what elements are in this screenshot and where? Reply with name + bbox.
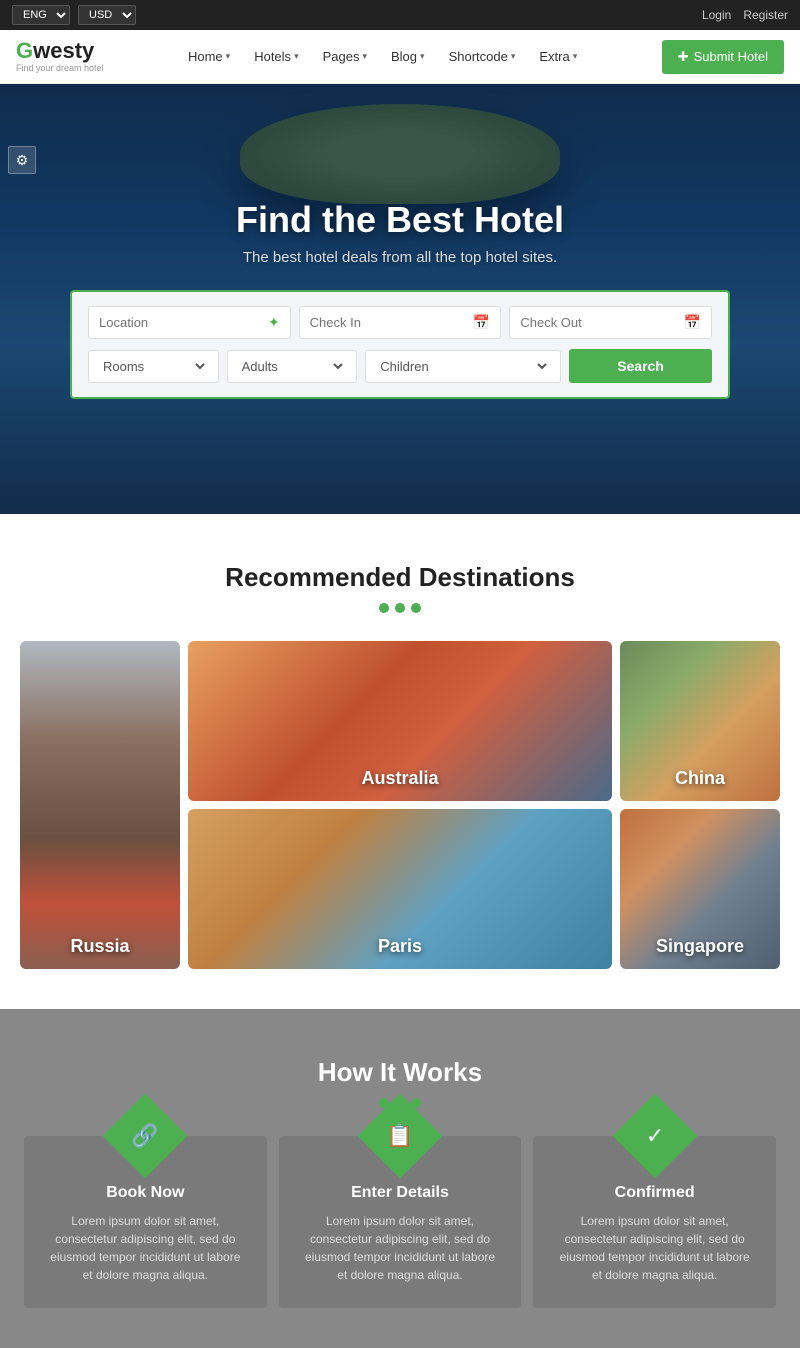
china-label: China xyxy=(675,768,725,789)
destinations-grid: Australia Russia China Paris Singapore xyxy=(20,641,780,969)
hero-subtitle: The best hotel deals from all the top ho… xyxy=(243,249,557,266)
chevron-down-icon: ▾ xyxy=(294,51,299,62)
rooms-select[interactable]: Rooms123 xyxy=(99,358,208,375)
children-select-wrap[interactable]: Children012 xyxy=(365,350,561,383)
checkout-input[interactable] xyxy=(520,315,679,330)
location-input-wrap[interactable]: ✦ xyxy=(88,306,291,339)
dot-3 xyxy=(411,603,421,613)
link-icon: 🔗 xyxy=(132,1123,159,1149)
how-step-1: 🔗 Book Now Lorem ipsum dolor sit amet, c… xyxy=(24,1136,267,1308)
logo[interactable]: Gwesty Find your dream hotel xyxy=(16,39,104,73)
clipboard-icon: 📋 xyxy=(386,1123,413,1149)
search-box: ✦ 📅 📅 Rooms123 xyxy=(70,290,730,399)
nav-shortcode[interactable]: Shortcode ▾ xyxy=(439,41,526,72)
singapore-label: Singapore xyxy=(656,936,744,957)
top-bar-right: Login Register xyxy=(702,8,788,22)
checkin-input-wrap[interactable]: 📅 xyxy=(299,306,502,339)
login-link[interactable]: Login xyxy=(702,8,731,22)
logo-tagline: Find your dream hotel xyxy=(16,64,104,74)
how-step-3: ✓ Confirmed Lorem ipsum dolor sit amet, … xyxy=(533,1136,776,1308)
nav-blog[interactable]: Blog ▾ xyxy=(381,41,435,72)
calendar-icon: 📅 xyxy=(473,314,490,331)
hero-content: Find the Best Hotel The best hotel deals… xyxy=(0,84,800,514)
russia-bg xyxy=(20,641,180,969)
language-select[interactable]: ENGFRES xyxy=(12,5,70,25)
top-bar-left: ENGFRES USDEURGBP xyxy=(12,5,136,25)
nav-links: Home ▾ Hotels ▾ Pages ▾ Blog ▾ Shortcode… xyxy=(178,41,587,72)
nav-hotels[interactable]: Hotels ▾ xyxy=(244,41,308,72)
currency-select[interactable]: USDEURGBP xyxy=(78,5,136,25)
dot-1 xyxy=(379,603,389,613)
register-link[interactable]: Register xyxy=(743,8,788,22)
chevron-down-icon: ▾ xyxy=(226,51,231,62)
navbar: Gwesty Find your dream hotel Home ▾ Hote… xyxy=(0,30,800,84)
search-row-1: ✦ 📅 📅 xyxy=(88,306,712,339)
destination-paris[interactable]: Paris xyxy=(188,809,612,969)
paris-label: Paris xyxy=(378,936,422,957)
search-button[interactable]: Search xyxy=(569,349,712,383)
top-bar: ENGFRES USDEURGBP Login Register xyxy=(0,0,800,30)
step3-text: Lorem ipsum dolor sit amet, consectetur … xyxy=(553,1212,756,1284)
rooms-select-wrap[interactable]: Rooms123 xyxy=(88,350,219,383)
chevron-down-icon: ▾ xyxy=(573,51,578,62)
chevron-down-icon: ▾ xyxy=(420,51,425,62)
plus-icon: ✚ xyxy=(678,49,689,65)
location-icon: ✦ xyxy=(268,314,280,331)
australia-label: Australia xyxy=(361,768,438,789)
russia-label: Russia xyxy=(70,936,129,957)
how-title: How It Works xyxy=(24,1057,776,1088)
logo-name: Gwesty xyxy=(16,39,104,63)
location-input[interactable] xyxy=(99,315,264,330)
section-dots xyxy=(16,603,784,613)
step2-text: Lorem ipsum dolor sit amet, consectetur … xyxy=(299,1212,502,1284)
submit-hotel-button[interactable]: ✚ Submit Hotel xyxy=(662,40,784,74)
destinations-section: Recommended Destinations Australia Russi… xyxy=(0,514,800,1009)
nav-extra[interactable]: Extra ▾ xyxy=(529,41,587,72)
step1-text: Lorem ipsum dolor sit amet, consectetur … xyxy=(44,1212,247,1284)
hero-section: ⚙ Find the Best Hotel The best hotel dea… xyxy=(0,84,800,514)
destination-singapore[interactable]: Singapore xyxy=(620,809,780,969)
destination-china[interactable]: China xyxy=(620,641,780,801)
dot-2 xyxy=(395,603,405,613)
step1-title: Book Now xyxy=(106,1184,184,1202)
destination-australia[interactable]: Australia xyxy=(188,641,612,801)
checkin-input[interactable] xyxy=(310,315,469,330)
adults-select[interactable]: Adults123 xyxy=(238,358,347,375)
step3-title: Confirmed xyxy=(615,1184,695,1202)
hero-title: Find the Best Hotel xyxy=(236,199,564,241)
how-it-works-section: How It Works 🔗 Book Now Lorem ipsum dolo… xyxy=(0,1009,800,1348)
checkout-input-wrap[interactable]: 📅 xyxy=(509,306,712,339)
destinations-title: Recommended Destinations xyxy=(16,562,784,593)
checkmark-icon: ✓ xyxy=(645,1123,663,1149)
nav-pages[interactable]: Pages ▾ xyxy=(313,41,377,72)
nav-home[interactable]: Home ▾ xyxy=(178,41,240,72)
search-row-2: Rooms123 Adults123 Children012 Search xyxy=(88,349,712,383)
how-step-2: 📋 Enter Details Lorem ipsum dolor sit am… xyxy=(279,1136,522,1308)
chevron-down-icon: ▾ xyxy=(362,51,367,62)
children-select[interactable]: Children012 xyxy=(376,358,550,375)
destination-russia[interactable]: Russia xyxy=(20,641,180,969)
how-grid: 🔗 Book Now Lorem ipsum dolor sit amet, c… xyxy=(24,1136,776,1308)
adults-select-wrap[interactable]: Adults123 xyxy=(227,350,358,383)
calendar-icon: 📅 xyxy=(684,314,701,331)
step2-title: Enter Details xyxy=(351,1184,449,1202)
chevron-down-icon: ▾ xyxy=(511,51,516,62)
